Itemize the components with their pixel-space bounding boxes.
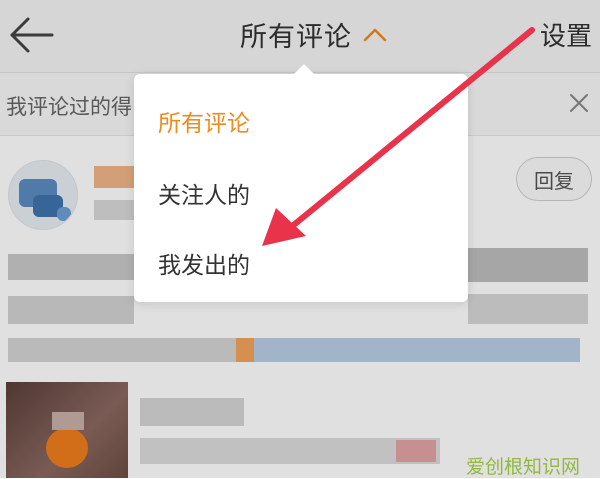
- annotation-arrow: [262, 27, 535, 246]
